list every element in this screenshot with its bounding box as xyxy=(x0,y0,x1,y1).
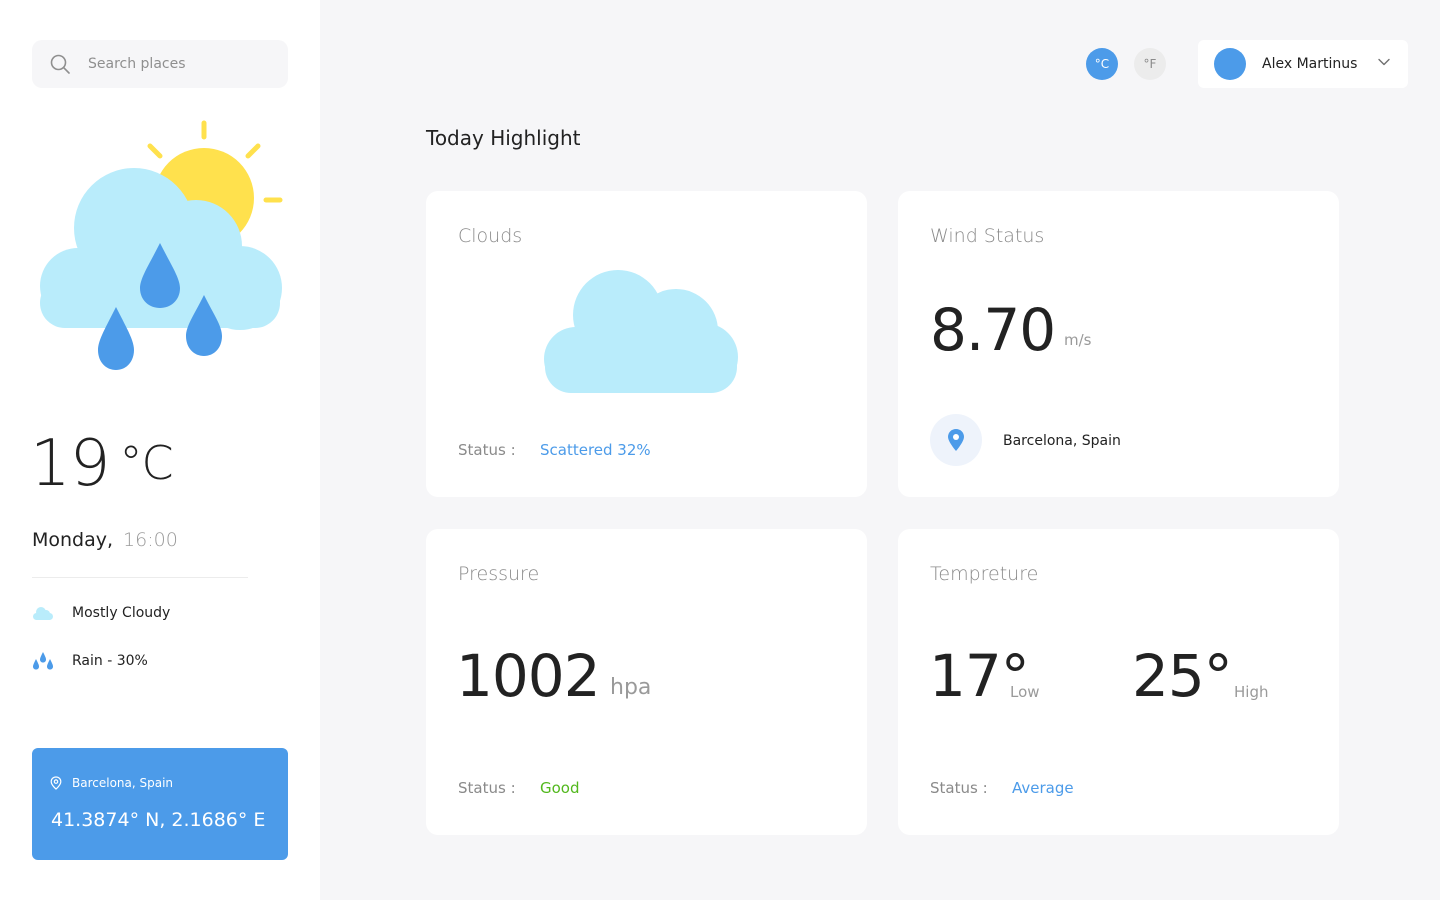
temperature-status: Status : Average xyxy=(930,779,1074,797)
location-card[interactable]: Barcelona, Spain 41.3874° N, 2.1686° E xyxy=(32,748,288,860)
low-label: Low xyxy=(1010,683,1040,701)
section-title: Today Highlight xyxy=(426,126,581,150)
pressure-card: Pressure 1002 hpa Status : Good xyxy=(426,529,867,835)
card-label: Wind Status xyxy=(930,225,1045,247)
status-key: Status : xyxy=(458,441,516,459)
map-pin-icon xyxy=(948,429,964,451)
pressure-status: Status : Good xyxy=(458,779,580,797)
condition-label: Rain - 30% xyxy=(72,653,148,669)
status-key: Status : xyxy=(458,779,516,797)
status-value: Average xyxy=(1012,779,1074,797)
map-pin-icon xyxy=(50,776,62,790)
cloud-icon xyxy=(32,604,56,622)
temperature-card: Tempreture 17° Low 25° High Status : Ave… xyxy=(898,529,1339,835)
day-time: Monday, 16:00 xyxy=(32,529,178,551)
location-row: Barcelona, Spain xyxy=(50,776,173,790)
temperature-unit: °C xyxy=(119,436,173,490)
condition-label: Mostly Cloudy xyxy=(72,605,171,621)
high-temperature-value: 25° xyxy=(1132,642,1233,710)
wind-location: Barcelona, Spain xyxy=(1003,433,1121,449)
chevron-down-icon xyxy=(1378,58,1390,66)
search-bar[interactable] xyxy=(32,40,288,88)
card-label: Tempreture xyxy=(930,563,1039,585)
user-menu[interactable]: Alex Martinus xyxy=(1198,40,1408,88)
card-label: Clouds xyxy=(458,225,523,247)
day-label: Monday, xyxy=(32,529,114,551)
wind-speed-value: 8.70 xyxy=(930,296,1056,364)
card-label: Pressure xyxy=(458,563,540,585)
location-city: Barcelona, Spain xyxy=(72,776,174,790)
status-key: Status : xyxy=(930,779,988,797)
cloud-icon xyxy=(544,270,738,393)
status-value: Scattered 32% xyxy=(540,441,651,459)
search-input[interactable] xyxy=(88,56,268,72)
rain-sun-cloud-icon xyxy=(40,120,283,370)
high-label: High xyxy=(1234,683,1269,701)
rain-drops-icon xyxy=(32,652,56,670)
avatar xyxy=(1214,48,1246,80)
search-icon xyxy=(50,54,70,74)
sidebar: 19 °C Monday, 16:00 Mostly Cloudy xyxy=(0,0,320,900)
temperature-value: 19 xyxy=(30,427,110,501)
condition-cloudy: Mostly Cloudy xyxy=(32,604,170,622)
divider xyxy=(32,577,248,578)
time-label: 16:00 xyxy=(123,529,178,551)
clouds-status: Status : Scattered 32% xyxy=(458,441,651,459)
user-name: Alex Martinus xyxy=(1262,56,1358,72)
status-value: Good xyxy=(540,779,580,797)
location-pin xyxy=(930,414,982,466)
location-coordinates: 41.3874° N, 2.1686° E xyxy=(51,809,266,831)
pressure-value: 1002 xyxy=(456,642,601,710)
clouds-card: Clouds Status : Scattered 32% xyxy=(426,191,867,497)
wind-speed-unit: m/s xyxy=(1064,331,1092,349)
condition-rain: Rain - 30% xyxy=(32,652,148,670)
current-temperature: 19 °C xyxy=(30,427,174,501)
pressure-unit: hpa xyxy=(610,675,652,700)
celsius-toggle[interactable]: °C xyxy=(1086,48,1118,80)
fahrenheit-toggle[interactable]: °F xyxy=(1134,48,1166,80)
wind-card: Wind Status 8.70 m/s Barcelona, Spain xyxy=(898,191,1339,497)
